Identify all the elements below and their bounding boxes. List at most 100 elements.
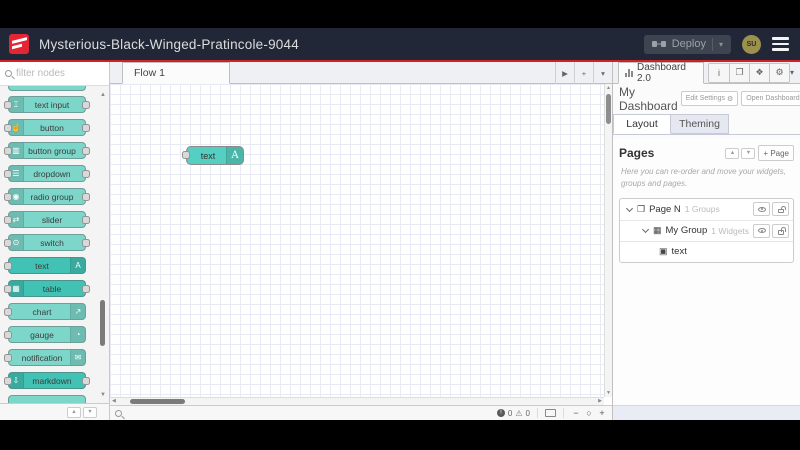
- node-output-port[interactable]: [82, 192, 90, 201]
- node-input-port[interactable]: [4, 261, 12, 270]
- move-down-button[interactable]: ▼: [741, 147, 756, 159]
- node-output-port[interactable]: [82, 284, 90, 293]
- scroll-up-icon[interactable]: ▲: [605, 85, 612, 91]
- zoom-reset-button[interactable]: ○: [584, 408, 594, 418]
- edit-settings-button[interactable]: Edit Settings ⚙: [680, 91, 739, 106]
- eye-icon: [757, 228, 766, 234]
- visibility-toggle-button[interactable]: [753, 223, 770, 238]
- text-icon: A: [70, 258, 85, 273]
- palette-node-notification[interactable]: ✉ notification: [4, 349, 86, 366]
- node-input-port[interactable]: [4, 330, 12, 339]
- chevron-down-icon[interactable]: [641, 226, 650, 234]
- palette-node-dropdown[interactable]: ☰ dropdown: [4, 165, 90, 182]
- tab-dashboard-2[interactable]: Dashboard 2.0: [618, 61, 704, 84]
- move-up-button[interactable]: ▲: [725, 147, 740, 159]
- flow-list-chevron-icon[interactable]: ▾: [593, 62, 612, 84]
- node-input-port[interactable]: [4, 146, 12, 155]
- palette-scroll-down-icon[interactable]: ▼: [100, 392, 106, 398]
- node-output-port[interactable]: [82, 376, 90, 385]
- node-input-port[interactable]: [4, 100, 12, 109]
- navigator-toggle-icon[interactable]: [545, 409, 556, 417]
- palette-node-chart[interactable]: ↗ chart: [4, 303, 86, 320]
- deploy-button[interactable]: Deploy ▾: [643, 34, 731, 54]
- flow-canvas[interactable]: text A: [110, 84, 604, 397]
- palette-collapse-down-button[interactable]: ▼: [83, 406, 97, 418]
- node-output-port[interactable]: [82, 123, 90, 132]
- node-input-port[interactable]: [4, 376, 12, 385]
- palette-scroll-up-icon[interactable]: ▲: [100, 92, 106, 98]
- palette-node-gauge[interactable]: ◔ gauge: [4, 326, 86, 343]
- node-input-port[interactable]: [182, 150, 190, 159]
- scroll-right-icon[interactable]: ▶: [598, 398, 602, 404]
- tab-theming[interactable]: Theming: [671, 114, 729, 134]
- palette-search[interactable]: [0, 62, 109, 86]
- node-input-port[interactable]: [4, 123, 12, 132]
- partial-node-top[interactable]: [8, 86, 86, 91]
- palette-node-button[interactable]: ☝ button: [4, 119, 90, 136]
- warning-count: 0: [525, 408, 530, 418]
- filter-nodes-input[interactable]: [16, 68, 100, 79]
- config-nodes-icon[interactable]: ⚙: [768, 63, 789, 82]
- tab-layout[interactable]: Layout: [613, 114, 671, 134]
- node-input-port[interactable]: [4, 284, 12, 293]
- deploy-options-chevron-icon[interactable]: ▾: [719, 40, 723, 49]
- scroll-down-icon[interactable]: ▼: [605, 390, 612, 396]
- lock-toggle-button[interactable]: [772, 223, 789, 238]
- node-input-port[interactable]: [4, 353, 12, 362]
- node-output-port[interactable]: [82, 169, 90, 178]
- palette-node-button-group[interactable]: ▥ button group: [4, 142, 90, 159]
- node-output-port[interactable]: [82, 215, 90, 224]
- partial-node-bottom[interactable]: [8, 395, 86, 403]
- palette-node-slider[interactable]: ⇄ slider: [4, 211, 90, 228]
- node-input-port[interactable]: [4, 215, 12, 224]
- user-avatar[interactable]: SU: [742, 34, 761, 54]
- node-input-port[interactable]: [4, 192, 12, 201]
- tab-flow-1[interactable]: Flow 1: [122, 62, 230, 84]
- next-tab-button[interactable]: ▶: [555, 62, 574, 84]
- debug-icon[interactable]: ❖: [748, 63, 769, 82]
- tree-row-Page-N[interactable]: ❐ Page N1 Groups: [620, 199, 793, 220]
- add-page-button[interactable]: + Page: [758, 145, 794, 161]
- horizontal-scroll-thumb[interactable]: [130, 399, 185, 404]
- lock-icon: [777, 227, 786, 235]
- node-input-port[interactable]: [4, 169, 12, 178]
- sidebar-options-chevron-icon[interactable]: ▾: [790, 68, 794, 77]
- canvas-node-label: text: [200, 150, 216, 161]
- visibility-toggle-button[interactable]: [753, 202, 770, 217]
- notification-icon: ✉: [70, 350, 85, 365]
- node-input-port[interactable]: [4, 238, 12, 247]
- project-title: Mysterious-Black-Winged-Pratincole-9044: [39, 36, 299, 52]
- palette-node-markdown[interactable]: ⇩ markdown: [4, 372, 90, 389]
- chevron-down-icon[interactable]: [625, 204, 634, 212]
- node-output-port[interactable]: [82, 146, 90, 155]
- zoom-in-button[interactable]: +: [597, 408, 607, 418]
- canvas-node-text[interactable]: text A: [182, 146, 244, 165]
- add-flow-button[interactable]: +: [574, 62, 593, 84]
- lock-toggle-button[interactable]: [772, 202, 789, 217]
- palette-node-switch[interactable]: ⊙ switch: [4, 234, 90, 251]
- open-dashboard-button[interactable]: Open Dashboard ↗: [741, 91, 800, 106]
- node-output-port[interactable]: [82, 238, 90, 247]
- workspace-footer: ! 0 ⚠ 0 − ○ +: [110, 405, 612, 420]
- canvas-search-icon[interactable]: [115, 409, 122, 417]
- vertical-scroll-thumb[interactable]: [606, 94, 611, 124]
- palette-node-text[interactable]: Atext: [4, 257, 86, 274]
- tree-row-My-Group[interactable]: ▦ My Group 1 Widgets: [620, 219, 793, 241]
- scroll-left-icon[interactable]: ◀: [112, 398, 116, 404]
- node-output-port[interactable]: [82, 100, 90, 109]
- node-input-port[interactable]: [4, 307, 12, 316]
- zoom-out-button[interactable]: −: [571, 408, 581, 418]
- palette-node-radio-group[interactable]: ◉ radio group: [4, 188, 90, 205]
- main-menu-icon[interactable]: [772, 37, 789, 51]
- palette-node-text-input[interactable]: ⌶ text input: [4, 96, 90, 113]
- lock-icon: [777, 205, 786, 214]
- tree-row-text[interactable]: ▣ text: [620, 240, 793, 262]
- canvas-vertical-scrollbar[interactable]: ▲ ▼: [604, 84, 612, 397]
- group-icon: ▦: [653, 225, 662, 236]
- palette-scrollbar[interactable]: [100, 300, 105, 346]
- palette-collapse-up-button[interactable]: ▲: [67, 406, 81, 418]
- info-icon[interactable]: i: [709, 64, 729, 82]
- palette-node-table[interactable]: ▦ table: [4, 280, 90, 297]
- canvas-horizontal-scrollbar[interactable]: ◀ ▶: [110, 397, 604, 405]
- help-icon[interactable]: ❐: [728, 63, 749, 82]
